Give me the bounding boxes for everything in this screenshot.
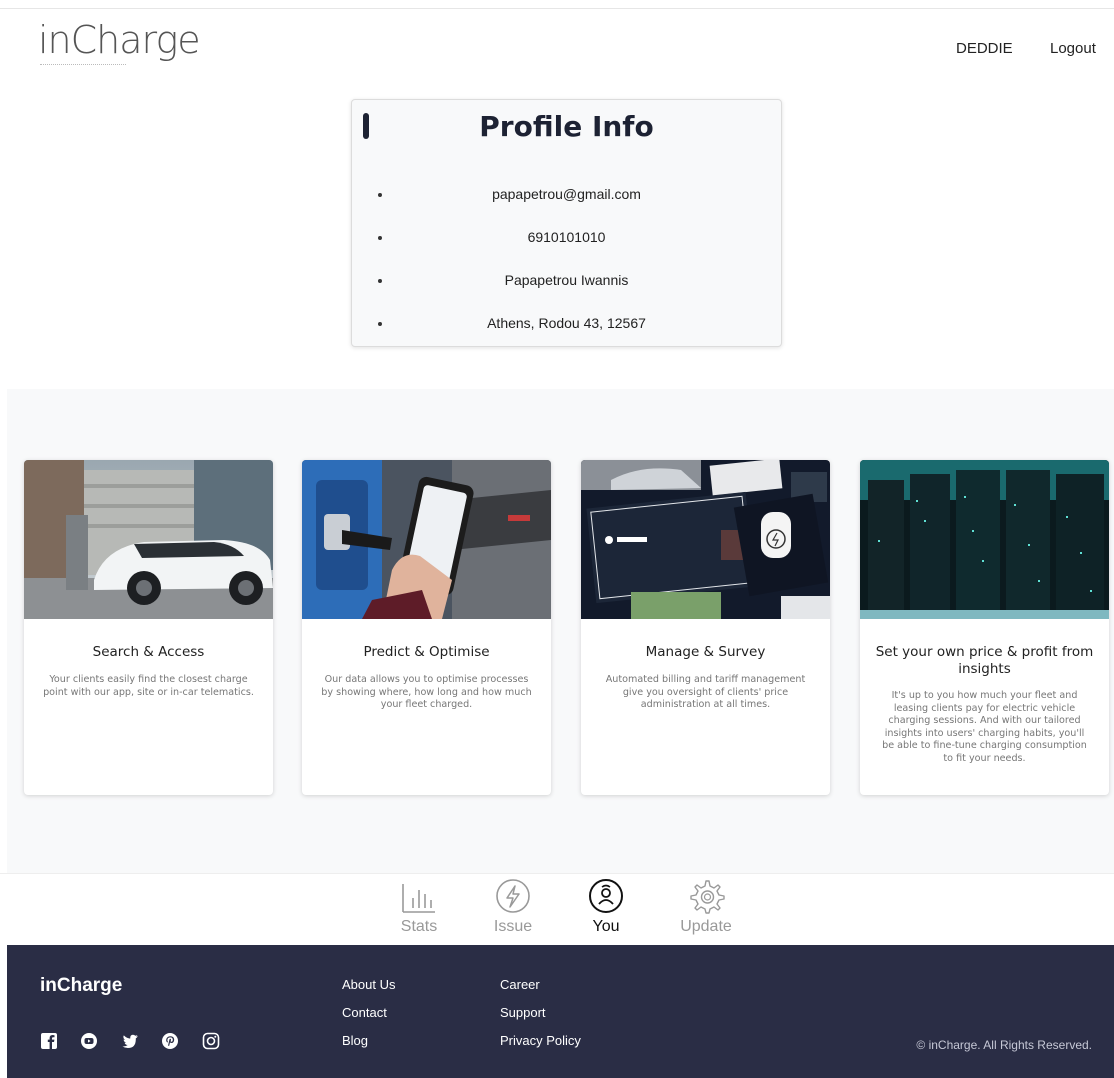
profile-email-row: papapetrou@gmail.com: [352, 184, 781, 206]
profile-phone: 6910101010: [527, 229, 606, 245]
profile-title: Profile Info: [479, 110, 654, 143]
copyright-text: © inCharge. All Rights Reserved.: [916, 1038, 1092, 1052]
social-links: [40, 1032, 238, 1052]
footer-link-contact[interactable]: Contact: [342, 1005, 387, 1020]
youtube-icon[interactable]: [80, 1032, 98, 1050]
lightning-icon: [496, 879, 530, 913]
logout-link[interactable]: Logout: [1050, 40, 1096, 57]
bottom-tab-bar: Stats Issue You Update: [0, 873, 1114, 945]
instagram-icon[interactable]: [202, 1032, 220, 1050]
server-room-image: [860, 460, 1109, 619]
rfid-cards-image: [581, 460, 830, 619]
feature-card-search[interactable]: Search & Access Your clients easily find…: [24, 460, 273, 795]
tab-label: Stats: [400, 918, 438, 935]
profile-email: papapetrou@gmail.com: [492, 186, 641, 202]
brand-logo[interactable]: inCharge: [38, 18, 201, 62]
tab-issue[interactable]: Issue: [478, 878, 548, 944]
tab-label: Update: [680, 918, 732, 935]
profile-name: Papapetrou Iwannis: [504, 272, 629, 288]
feature-title: Set your own price & profit from insight…: [875, 644, 1094, 677]
site-footer: inCharge About Us Contact Blog Career Su…: [7, 945, 1114, 1078]
feature-description: It's up to you how much your fleet and l…: [882, 690, 1087, 764]
feature-description: Your clients easily find the closest cha…: [43, 674, 254, 698]
feature-description: Our data allows you to optimise processe…: [321, 674, 532, 711]
facebook-icon[interactable]: [40, 1032, 58, 1050]
pinterest-icon[interactable]: [161, 1032, 179, 1050]
footer-link-privacy[interactable]: Privacy Policy: [500, 1033, 581, 1048]
footer-brand: inCharge: [40, 975, 123, 996]
tab-label: You: [592, 918, 620, 935]
footer-link-career[interactable]: Career: [500, 977, 540, 992]
footer-link-support[interactable]: Support: [500, 1005, 546, 1020]
tab-you[interactable]: You: [571, 878, 641, 944]
top-divider: [0, 8, 1114, 9]
profile-name-row: Papapetrou Iwannis: [352, 270, 781, 292]
profile-info-card: Profile Info papapetrou@gmail.com 691010…: [351, 99, 782, 347]
nav-user-link[interactable]: DEDDIE: [956, 40, 1013, 57]
feature-description: Automated billing and tariff management …: [605, 674, 806, 711]
feature-card-predict[interactable]: Predict & Optimise Our data allows you t…: [302, 460, 551, 795]
bar-chart-icon: [402, 884, 435, 913]
user-icon: [589, 879, 623, 913]
profile-address-row: Athens, Rodou 43, 12567: [352, 313, 781, 335]
feature-card-price[interactable]: Set your own price & profit from insight…: [860, 460, 1109, 795]
profile-phone-row: 6910101010: [352, 227, 781, 249]
feature-title: Manage & Survey: [645, 644, 766, 660]
feature-title: Search & Access: [92, 644, 205, 660]
tab-label: Issue: [493, 918, 533, 935]
ev-charging-car-image: [24, 460, 273, 619]
phone-charger-image: [302, 460, 551, 619]
tab-update[interactable]: Update: [671, 878, 741, 944]
twitter-icon[interactable]: [121, 1032, 139, 1050]
tab-stats[interactable]: Stats: [384, 878, 454, 944]
footer-link-blog[interactable]: Blog: [342, 1033, 368, 1048]
gear-icon: [690, 880, 725, 914]
footer-link-about[interactable]: About Us: [342, 977, 395, 992]
logo-underline: [40, 64, 126, 65]
profile-address: Athens, Rodou 43, 12567: [487, 315, 646, 331]
feature-card-manage[interactable]: Manage & Survey Automated billing and ta…: [581, 460, 830, 795]
feature-title: Predict & Optimise: [363, 644, 490, 660]
